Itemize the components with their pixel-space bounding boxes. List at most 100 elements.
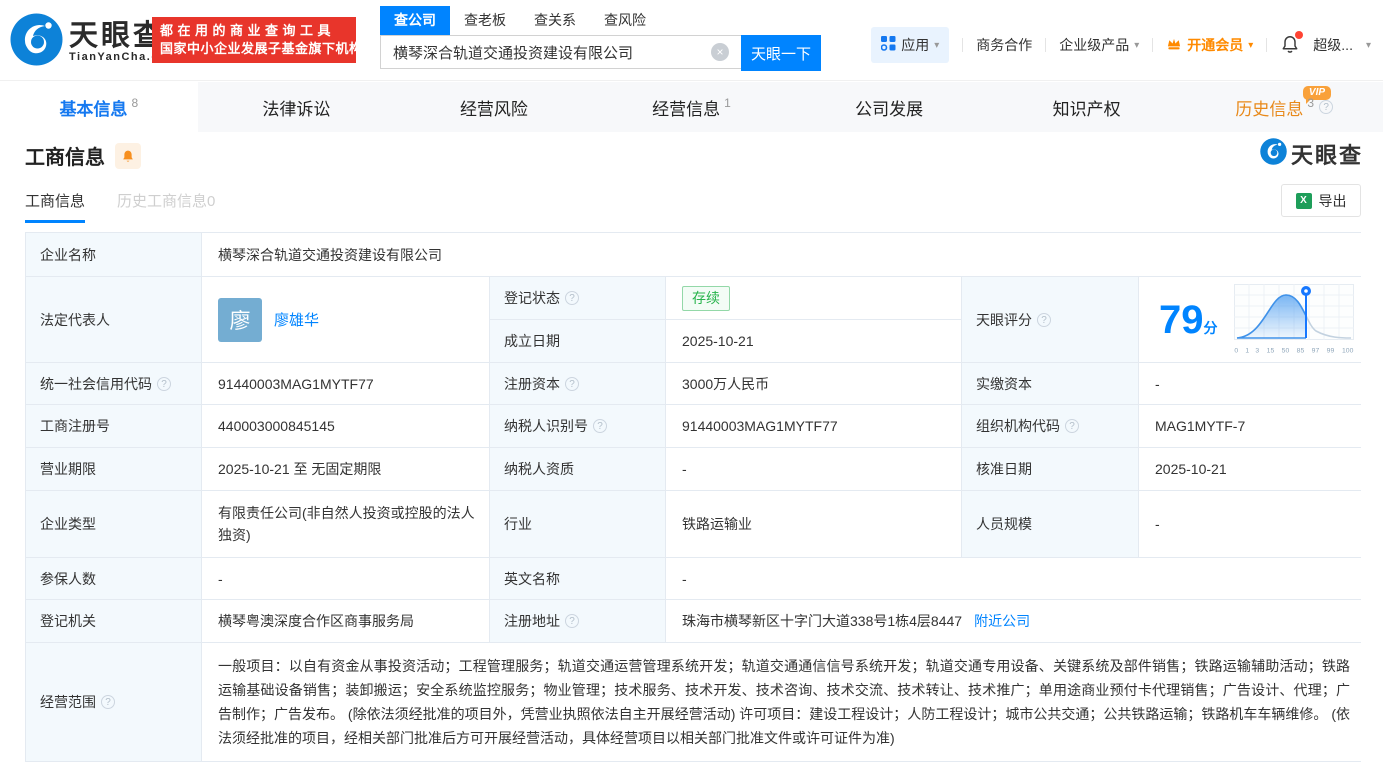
field-value-registration-authority: 横琴粤澳深度合作区商事服务局 [202,600,489,642]
help-icon[interactable]: ? [565,291,579,305]
field-value-staff-size: - [1139,491,1366,557]
search-tab-boss[interactable]: 查老板 [450,6,520,35]
field-label-establish-date: 成立日期 [490,320,665,362]
open-vip-button[interactable]: 开通会员 ▾ [1166,35,1253,55]
field-label-registered-address: 注册地址 ? [490,600,665,642]
help-icon[interactable]: ? [157,376,171,391]
help-icon[interactable]: ? [1037,312,1051,327]
apps-grid-icon [880,36,896,54]
tab-operating-info[interactable]: 经营信息 1 [593,82,791,132]
notification-dot [1295,30,1304,39]
search-button[interactable]: 天眼一下 [741,35,821,71]
help-icon[interactable]: ? [1065,419,1079,433]
status-badge: 存续 [682,285,730,311]
field-value-registered-capital: 3000万人民币 [666,363,961,404]
field-value-registration-status: 存续 [666,277,961,319]
search-input[interactable] [380,35,741,69]
subtab-history-business-info[interactable]: 历史工商信息0 [117,190,215,223]
help-icon[interactable]: ? [593,419,607,433]
tianyancha-eye-icon [1260,138,1287,170]
field-value-organization-code: MAG1MYTF-7 [1139,405,1366,447]
tab-operating-risk[interactable]: 经营风险 [395,82,593,132]
watermark-logo: 天眼查 [1260,138,1363,170]
field-value-establish-date: 2025-10-21 [666,320,961,362]
field-label-english-name: 英文名称 [490,558,665,599]
company-profile-tabs: 基本信息 8 法律诉讼 经营风险 经营信息 1 公司发展 知识产权 VIP 历史… [0,82,1383,132]
avatar[interactable]: 廖 [218,297,262,342]
field-value-legal-representative: 廖 廖雄华 [202,277,489,362]
clear-search-icon[interactable]: × [711,43,729,61]
legal-representative-link[interactable]: 廖雄华 [274,309,319,330]
nav-cooperation[interactable]: 商务合作 [976,35,1032,55]
field-value-tianyan-score: 79分 0 1 3 15 50 85 97 99 100 [1139,277,1366,362]
field-value-business-term: 2025-10-21 至 无固定期限 [202,448,489,490]
field-label-taxpayer-id: 纳税人识别号 ? [490,405,665,447]
nav-enterprise-products[interactable]: 企业级产品 ▾ [1059,35,1139,55]
search-module: 查公司 查老板 查关系 查风险 × 天眼一下 [380,6,821,71]
nearby-companies-link[interactable]: 附近公司 [974,611,1030,631]
banner-line1: 都在用的商业查询工具 [160,23,336,38]
field-label-insured-count: 参保人数 [26,558,201,599]
help-icon[interactable]: ? [565,614,579,628]
field-value-insured-count: - [202,558,489,599]
field-value-business-scope: 一般项目：以自有资金从事投资活动；工程管理服务；轨道交通运营管理系统开发；轨道交… [202,643,1366,761]
field-label-business-term: 营业期限 [26,448,201,490]
field-label-company-type: 企业类型 [26,491,201,557]
field-label-business-scope: 经营范围 ? [26,643,201,761]
promo-banner: 都在用的商业查询工具 国家中小企业发展子基金旗下机构 [152,17,362,63]
field-label-credit-code: 统一社会信用代码 ? [26,363,201,404]
field-label-industry: 行业 [490,491,665,557]
section-title: 工商信息 [25,147,105,169]
field-value-company-name: 横琴深合轨道交通投资建设有限公司 [202,233,1366,276]
field-label-registration-authority: 登记机关 [26,600,201,642]
export-button[interactable]: X 导出 [1281,184,1361,217]
search-tabs: 查公司 查老板 查关系 查风险 [380,6,821,35]
field-value-industry: 铁路运输业 [666,491,961,557]
score-number: 79 [1159,297,1204,342]
help-icon[interactable]: ? [1319,100,1334,114]
search-tab-relation[interactable]: 查关系 [520,6,590,35]
chevron-down-icon: ▾ [1134,39,1140,51]
field-value-registration-number: 440003000845145 [202,405,489,447]
divider [1266,38,1268,52]
field-label-organization-code: 组织机构代码 ? [962,405,1138,447]
help-icon[interactable]: ? [565,376,579,391]
apps-menu[interactable]: 应用 ▾ [871,27,950,63]
field-value-taxpayer-id: 91440003MAG1MYTF77 [666,405,961,447]
field-value-registered-address: 珠海市横琴新区十字门大道338号1栋4层8447 附近公司 [666,600,1366,642]
crown-icon [1166,36,1182,54]
tab-legal-proceedings[interactable]: 法律诉讼 [198,82,396,132]
field-label-approval-date: 核准日期 [962,448,1138,490]
field-value-paid-capital: - [1139,363,1366,404]
score-distribution-chart: 01 3 15 50 85 97 99 100 [1234,284,1356,355]
field-label-registration-status: 登记状态 ? [490,277,665,319]
excel-icon: X [1295,192,1312,209]
field-label-tianyan-score: 天眼评分 ? [962,277,1138,362]
field-value-english-name: - [666,558,1366,599]
divider [962,38,964,52]
business-info-subtabs: 工商信息 历史工商信息0 [25,190,215,223]
search-tab-risk[interactable]: 查风险 [590,6,660,35]
page: 天眼查 TianYanCha.com 都在用的商业查询工具 国家中小企业发展子基… [0,0,1383,774]
field-value-credit-code: 91440003MAG1MYTF77 [202,363,489,404]
tab-history-info[interactable]: VIP 历史信息 3 ? [1185,82,1383,132]
score-axis: 01 3 15 50 85 97 99 100 [1234,346,1353,355]
subtab-business-info[interactable]: 工商信息 [25,190,86,223]
chevron-down-icon: ▾ [1248,39,1254,51]
field-label-registration-number: 工商注册号 [26,405,201,447]
chevron-down-icon: ▾ [934,39,940,51]
tab-company-development[interactable]: 公司发展 [790,82,988,132]
nav-super-vip[interactable]: 超级... [1313,35,1353,55]
search-tab-company[interactable]: 查公司 [380,6,450,35]
field-value-approval-date: 2025-10-21 [1139,448,1366,490]
chevron-down-icon[interactable]: ▾ [1366,40,1371,51]
tab-basic-info[interactable]: 基本信息 8 [0,82,198,132]
tianyancha-eye-icon [10,13,63,71]
field-label-company-name: 企业名称 [26,233,201,276]
notifications-bell-icon[interactable] [1280,30,1304,57]
divider [1152,38,1154,52]
subscribe-bell-icon[interactable] [115,142,141,169]
field-value-company-type: 有限责任公司(非自然人投资或控股的法人独资) [202,491,489,557]
tab-intellectual-property[interactable]: 知识产权 [988,82,1186,132]
help-icon[interactable]: ? [101,695,115,709]
